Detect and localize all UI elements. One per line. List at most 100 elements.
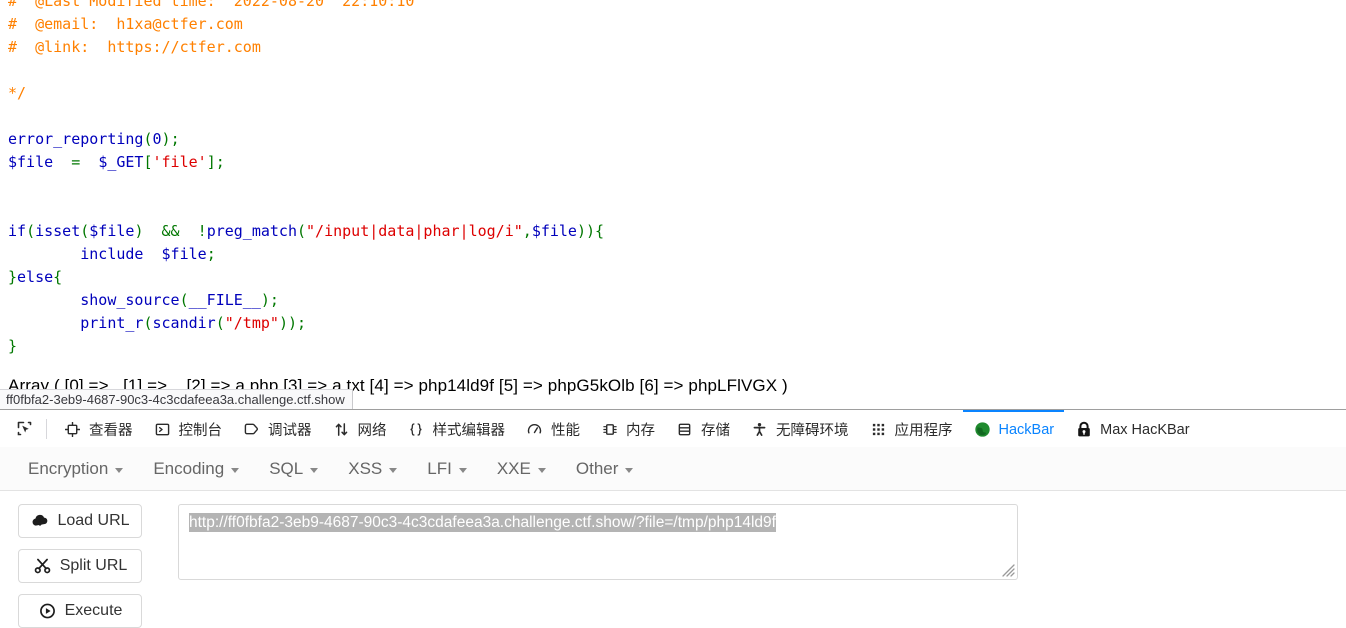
menu-encoding[interactable]: Encoding: [143, 455, 249, 483]
menu-label: Encoding: [153, 458, 225, 478]
url-input[interactable]: http://ff0fbfa2-3eb9-4687-90c3-4c3cdafee…: [178, 504, 1018, 580]
code-token: (: [80, 222, 90, 240]
code-token: ;: [206, 245, 216, 263]
code-token: # @Last Modified time: 2022-08-20 22:10:…: [8, 0, 415, 10]
code-line: show_source(__FILE__);: [8, 289, 604, 312]
code-line: # @Last Modified time: 2022-08-20 22:10:…: [8, 0, 604, 13]
tab-label: HackBar: [998, 421, 1055, 438]
code-token: ]: [206, 153, 216, 171]
menu-encryption[interactable]: Encryption: [18, 455, 133, 483]
code-line: include $file;: [8, 243, 604, 266]
menu-label: Encryption: [28, 458, 109, 478]
code-token: (: [297, 222, 307, 240]
menu-label: XSS: [348, 458, 383, 478]
code-token: (: [215, 314, 225, 332]
sidebar-item-hackbar[interactable]: HackBar: [962, 410, 1065, 447]
sidebar-item-memory[interactable]: 内存: [590, 410, 665, 447]
sidebar-item-style-editor[interactable]: 样式编辑器: [397, 410, 516, 447]
hackbar-body: Load URL Split URL Execute http://ff0fbf…: [0, 491, 1346, 628]
code-token: ): [161, 130, 171, 148]
sidebar-item-network[interactable]: 网络: [322, 410, 397, 447]
element-picker-icon[interactable]: [8, 414, 40, 444]
devtools-tabbar: 查看器 控制台 调试器 网络 样式编辑器 性能 内存 存储 无障碍环境 应用程序…: [0, 410, 1346, 448]
menu-lfi[interactable]: LFI: [417, 455, 477, 483]
code-token: }: [8, 268, 18, 286]
code-token: ;: [297, 314, 307, 332]
chevron-down-icon: [458, 467, 467, 473]
chevron-down-icon: [231, 467, 240, 473]
menu-xxe[interactable]: XXE: [487, 455, 556, 483]
code-token: */: [8, 84, 27, 102]
menu-other[interactable]: Other: [566, 455, 644, 483]
menu-label: Other: [575, 458, 619, 478]
code-token: else: [17, 268, 54, 286]
code-line: print_r(scandir("/tmp"));: [8, 312, 604, 335]
code-token: # @email: h1xa@ctfer.com: [8, 15, 243, 33]
textarea-resize-grip[interactable]: [1001, 563, 1015, 577]
status-bar-link-target: ff0fbfa2-3eb9-4687-90c3-4c3cdafeea3a.cha…: [0, 389, 353, 409]
execute-button[interactable]: Execute: [18, 594, 142, 628]
code-token: }: [8, 337, 18, 355]
code-line: */: [8, 82, 604, 105]
code-token: 'file': [152, 153, 207, 171]
code-token: scandir: [152, 314, 216, 332]
code-token: $file: [531, 222, 577, 240]
performance-gauge-icon: [525, 420, 544, 439]
sidebar-item-application[interactable]: 应用程序: [859, 410, 963, 447]
sidebar-item-accessibility[interactable]: 无障碍环境: [740, 410, 859, 447]
php-code-listing: # @Last Modified time: 2022-08-20 22:10:…: [8, 0, 604, 358]
sidebar-item-performance[interactable]: 性能: [515, 410, 590, 447]
storage-icon: [675, 420, 694, 439]
code-line: if(isset($file) && !preg_match("/input|d…: [8, 220, 604, 243]
button-label: Split URL: [59, 557, 128, 574]
code-token: (: [143, 314, 153, 332]
tab-label: 查看器: [89, 423, 133, 439]
code-token: $_GET: [98, 153, 144, 171]
code-token: $file: [161, 245, 207, 263]
code-token: $file: [8, 153, 54, 171]
chevron-down-icon: [389, 467, 398, 473]
tab-label: 样式编辑器: [432, 423, 506, 439]
code-token: error_reporting: [8, 130, 144, 148]
sidebar-item-storage[interactable]: 存储: [665, 410, 740, 447]
code-token: ): [260, 291, 270, 309]
split-url-button[interactable]: Split URL: [18, 549, 142, 583]
menu-label: XXE: [496, 458, 531, 478]
code-line: # @email: h1xa@ctfer.com: [8, 13, 604, 36]
menu-xss[interactable]: XSS: [338, 455, 407, 483]
code-token: &&: [143, 222, 198, 240]
php-source-output: # @Last Modified time: 2022-08-20 22:10:…: [0, 0, 1346, 404]
code-line: error_reporting(0);: [8, 128, 604, 151]
code-token: (: [179, 291, 189, 309]
toolbar-divider: [46, 418, 47, 439]
code-token: print_r: [80, 314, 144, 332]
code-token: ,: [522, 222, 532, 240]
code-line: }: [8, 335, 604, 358]
sidebar-item-inspector[interactable]: 查看器: [53, 410, 143, 447]
code-token: ;: [215, 153, 225, 171]
hackbar-menubar: Encryption Encoding SQL XSS LFI XXE Othe…: [0, 447, 1346, 491]
code-token: (: [143, 130, 153, 148]
browser-page: # @Last Modified time: 2022-08-20 22:10:…: [0, 0, 1346, 628]
style-editor-braces-icon: [407, 420, 426, 439]
sidebar-item-max-hackbar[interactable]: Max HacKBar: [1064, 410, 1199, 447]
code-token: show_source: [80, 291, 180, 309]
tab-label: 控制台: [178, 423, 223, 439]
code-token: ;: [269, 291, 279, 309]
scissors-icon: [33, 557, 52, 576]
sidebar-item-console[interactable]: 控制台: [143, 410, 233, 447]
sidebar-item-debugger[interactable]: 调试器: [232, 410, 322, 447]
code-token: )): [576, 222, 596, 240]
load-url-button[interactable]: Load URL: [18, 504, 142, 538]
tab-label: 网络: [357, 423, 387, 439]
code-token: {: [595, 222, 605, 240]
code-token: [: [143, 153, 153, 171]
tab-label: 应用程序: [894, 423, 953, 439]
code-token: ;: [170, 130, 180, 148]
menu-sql[interactable]: SQL: [259, 455, 328, 483]
